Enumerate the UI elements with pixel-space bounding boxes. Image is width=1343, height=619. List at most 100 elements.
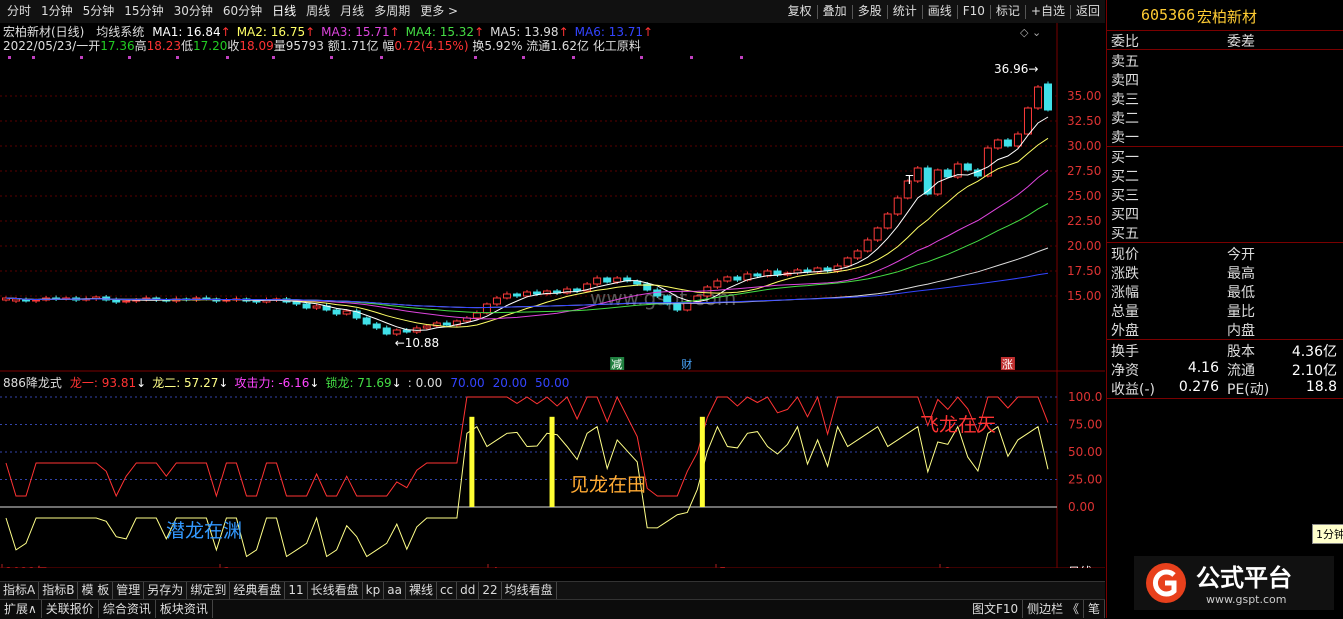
template-tab-15[interactable]: 均线看盘 bbox=[502, 582, 557, 599]
info-tab-3[interactable]: 板块资讯 bbox=[156, 600, 213, 618]
candle-body-30 bbox=[302, 303, 311, 309]
event-label-1: 财 bbox=[681, 357, 692, 371]
toolbar-button-3[interactable]: 统计 bbox=[888, 0, 922, 23]
template-tab-11[interactable]: 裸线 bbox=[406, 582, 437, 599]
period-tab-0[interactable]: 分时 bbox=[2, 0, 36, 23]
toolbar-button-2[interactable]: 多股 bbox=[853, 0, 887, 23]
period-tab-2[interactable]: 5分钟 bbox=[78, 0, 120, 23]
candle-body-31 bbox=[312, 305, 321, 309]
signal-dot-1 bbox=[32, 56, 35, 59]
quote-label-right-0: 今开 bbox=[1227, 247, 1255, 263]
phrase-feilong: 飞龙在天 bbox=[920, 414, 996, 436]
candle-body-53 bbox=[533, 291, 542, 295]
fin-label-1: 净资 bbox=[1111, 363, 1139, 379]
toolbar-button-0[interactable]: 复权 bbox=[783, 0, 817, 23]
period-tab-7[interactable]: 周线 bbox=[301, 0, 335, 23]
signal-bar-0 bbox=[469, 416, 475, 507]
ask-level-4: 卖四 bbox=[1111, 73, 1139, 89]
signal-bar-2 bbox=[699, 416, 705, 507]
template-tab-0[interactable]: 指标A bbox=[0, 582, 40, 599]
template-tab-12[interactable]: cc bbox=[437, 582, 458, 599]
sub-tick-3: 25.00 bbox=[1068, 473, 1102, 487]
template-tab-5[interactable]: 绑定到 bbox=[187, 582, 231, 599]
candle-body-37 bbox=[372, 323, 381, 329]
candle-body-92 bbox=[923, 167, 932, 195]
chart-settings-icon[interactable]: ◇ ⌄ bbox=[1020, 26, 1041, 39]
candle-body-89 bbox=[893, 197, 902, 215]
signal-bar-1 bbox=[549, 416, 555, 507]
sub-indicator-name: 886降龙式 bbox=[3, 376, 62, 390]
template-tab-7[interactable]: 11 bbox=[285, 582, 308, 599]
template-tab-2[interactable]: 模 板 bbox=[78, 582, 114, 599]
toolbar-button-6[interactable]: 标记 bbox=[991, 0, 1025, 23]
info-tab-1[interactable]: 关联报价 bbox=[42, 600, 99, 618]
candle-body-29 bbox=[292, 301, 301, 305]
period-tab-8[interactable]: 月线 bbox=[335, 0, 369, 23]
ma-label-5: MA5: 13.98 bbox=[490, 25, 558, 39]
sub-tick-4: 0.00 bbox=[1068, 500, 1095, 514]
template-tab-3[interactable]: 管理 bbox=[113, 582, 145, 599]
stock-name: 宏柏新材 bbox=[1197, 8, 1258, 26]
candle-body-3 bbox=[32, 299, 41, 302]
high-marker: 36.96→ bbox=[994, 62, 1038, 76]
period-tab-10[interactable]: 更多 > bbox=[415, 0, 463, 23]
candle-body-47 bbox=[472, 312, 481, 319]
low-marker: ←10.88 bbox=[395, 336, 439, 350]
signal-dot-13 bbox=[690, 56, 693, 59]
period-tab-3[interactable]: 15分钟 bbox=[119, 0, 168, 23]
template-tab-14[interactable]: 22 bbox=[479, 582, 502, 599]
toolbar-button-1[interactable]: 叠加 bbox=[818, 0, 852, 23]
candle-body-104 bbox=[1044, 83, 1052, 111]
toolbar-button-8[interactable]: 返回 bbox=[1071, 0, 1105, 23]
candle-body-96 bbox=[963, 163, 972, 171]
event-label-0: 减 bbox=[611, 358, 622, 371]
template-tab-6[interactable]: 经典看盘 bbox=[230, 582, 286, 599]
bottom-right-button-1[interactable]: 侧边栏 《 bbox=[1023, 600, 1084, 618]
order-ratio-label: 委比 bbox=[1111, 34, 1139, 50]
period-tab-5[interactable]: 60分钟 bbox=[218, 0, 267, 23]
toolbar-button-5[interactable]: F10 bbox=[958, 0, 990, 23]
candle-body-99 bbox=[993, 139, 1002, 149]
indicator-name: 均线系统 bbox=[92, 25, 144, 39]
template-tab-13[interactable]: dd bbox=[457, 582, 480, 599]
ask-level-5: 卖五 bbox=[1111, 54, 1139, 70]
toolbar-button-7[interactable]: +自选 bbox=[1026, 0, 1070, 23]
template-tab-8[interactable]: 长线看盘 bbox=[308, 582, 363, 599]
toolbar-button-4[interactable]: 画线 bbox=[923, 0, 957, 23]
bottom-right-button-2[interactable]: 笔 bbox=[1084, 600, 1105, 618]
info-close: 18.09 bbox=[239, 39, 273, 53]
fin-label2-0: 股本 bbox=[1227, 344, 1255, 360]
fin-label2-1: 流通 bbox=[1227, 363, 1255, 379]
info-tab-2[interactable]: 综合资讯 bbox=[99, 600, 156, 618]
info-open: 17.36 bbox=[100, 39, 134, 53]
bottom-right-button-0[interactable]: 图文F10 bbox=[968, 600, 1024, 618]
ask-level-2: 卖二 bbox=[1111, 111, 1139, 127]
signal-dot-12 bbox=[640, 56, 643, 59]
period-tab-1[interactable]: 1分钟 bbox=[36, 0, 78, 23]
template-tab-1[interactable]: 指标B bbox=[39, 582, 79, 599]
ma-label-6: MA6: 13.71 bbox=[575, 25, 643, 39]
info-tab-0[interactable]: 扩展∧ bbox=[0, 600, 42, 618]
period-tab-6[interactable]: 日线 bbox=[267, 0, 301, 23]
fin-label-2: 收益(-) bbox=[1111, 382, 1155, 398]
info-turnover: 5.92% bbox=[484, 39, 522, 53]
candle-body-49 bbox=[492, 297, 501, 305]
signal-dot-2 bbox=[80, 56, 83, 59]
ma-label-2: MA2: 16.75 bbox=[237, 25, 305, 39]
template-tab-10[interactable]: aa bbox=[384, 582, 406, 599]
svg-text:www.gspt.com: www.gspt.com bbox=[1206, 593, 1286, 606]
candle-body-94 bbox=[943, 169, 952, 178]
ma-label-4: MA4: 15.32 bbox=[406, 25, 474, 39]
template-tab-9[interactable]: kp bbox=[363, 582, 385, 599]
kline-chart[interactable]: 35.00 32.50 30.00 27.50 25.00 22.50 20.00 17.50… bbox=[0, 23, 1105, 568]
quote-label-left-0: 现价 bbox=[1111, 247, 1139, 263]
period-tab-9[interactable]: 多周期 bbox=[369, 0, 415, 23]
period-tab-4[interactable]: 30分钟 bbox=[169, 0, 218, 23]
candle-body-67 bbox=[673, 303, 682, 311]
template-tab-4[interactable]: 另存为 bbox=[144, 582, 188, 599]
candle-body-100 bbox=[1003, 139, 1012, 147]
signal-dot-3 bbox=[128, 56, 131, 59]
signal-dot-9 bbox=[474, 56, 477, 59]
candle-body-70 bbox=[703, 286, 712, 297]
sub-item-4: : 0.00 bbox=[408, 376, 443, 390]
